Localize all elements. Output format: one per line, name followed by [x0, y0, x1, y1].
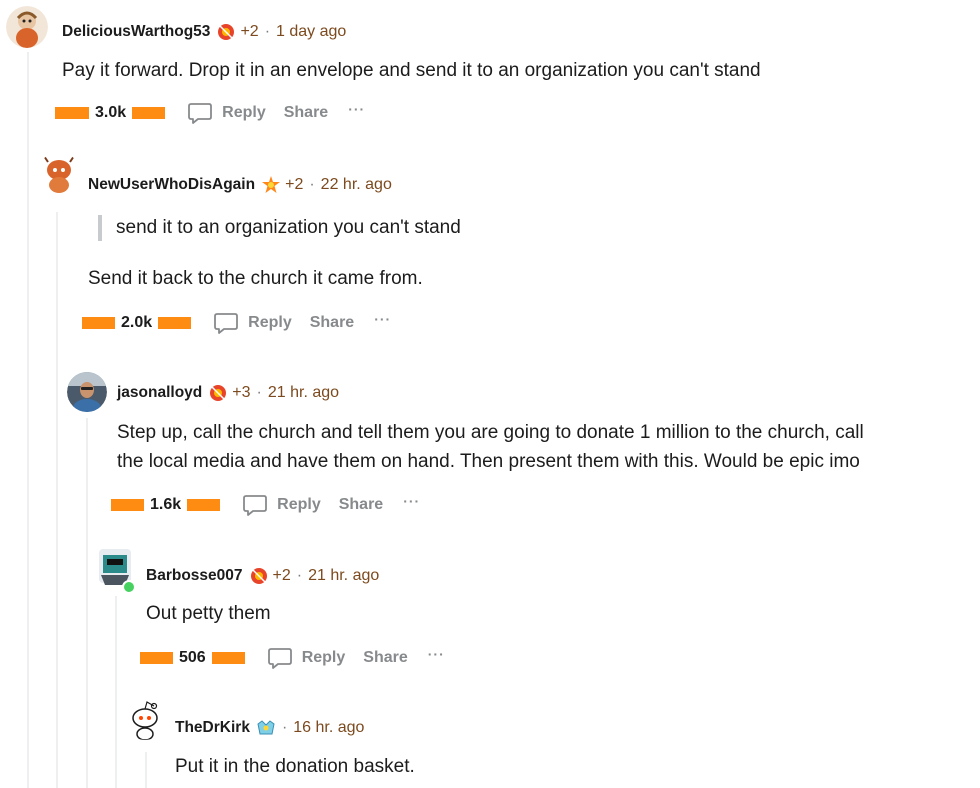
vote-count: 506 [179, 649, 206, 666]
award-count: +2 [272, 567, 291, 584]
reply-label: Reply [248, 314, 292, 331]
username[interactable]: jasonalloyd [117, 384, 202, 402]
vote-control: 1.6k [111, 496, 221, 514]
vote-control: 2.0k [82, 314, 192, 332]
comment-actions: 3.0k Reply Share ··· [55, 100, 365, 126]
comment-bubble-icon [267, 648, 292, 669]
reply-button[interactable]: Reply [187, 100, 266, 126]
share-label: Share [338, 496, 384, 513]
thread-line[interactable] [56, 212, 58, 788]
vote-count: 3.0k [95, 104, 127, 121]
award-icon[interactable] [216, 22, 236, 42]
upvote-icon[interactable] [111, 499, 144, 511]
comment-body: Send it back to the church it came from. [88, 268, 423, 289]
timestamp[interactable]: 16 hr. ago [293, 719, 364, 737]
comment-meta: Barbosse007 +2 · 21 hr. ago [146, 566, 379, 586]
comment-actions: 2.0k Reply Share ··· [82, 310, 391, 336]
award-icon[interactable] [261, 175, 281, 195]
more-options-icon[interactable]: ··· [348, 101, 365, 117]
separator: · [264, 23, 271, 40]
share-label: Share [363, 649, 408, 666]
award-icon[interactable] [249, 566, 269, 586]
avatar[interactable] [67, 372, 107, 412]
reply-button[interactable]: Reply [213, 310, 292, 336]
thread-line[interactable] [145, 752, 147, 788]
username[interactable]: DeliciousWarthog53 [62, 23, 210, 41]
reply-label: Reply [301, 649, 346, 666]
award-icon[interactable] [208, 383, 228, 403]
comment-body: Put it in the donation basket. [175, 756, 415, 777]
upvote-icon[interactable] [140, 652, 173, 664]
reply-label: Reply [277, 496, 321, 513]
comment-bubble-icon [188, 103, 213, 124]
award-count: +2 [285, 176, 304, 193]
avatar[interactable] [6, 6, 48, 48]
comment-meta: NewUserWhoDisAgain +2 · 22 hr. ago [88, 175, 392, 195]
comment-meta: jasonalloyd +3 · 21 hr. ago [117, 383, 339, 403]
vote-count: 1.6k [150, 496, 182, 513]
more-options-icon[interactable]: ··· [403, 493, 420, 509]
share-button[interactable]: Share [363, 649, 407, 667]
share-label: Share [283, 104, 329, 121]
separator: · [256, 384, 262, 401]
downvote-icon[interactable] [132, 107, 166, 119]
share-label: Share [309, 314, 355, 331]
avatar[interactable] [124, 698, 166, 740]
upvote-icon[interactable] [82, 317, 115, 329]
award-count: +3 [232, 384, 251, 401]
username[interactable]: Barbosse007 [146, 567, 243, 585]
username[interactable]: TheDrKirk [175, 719, 250, 737]
comment-meta: TheDrKirk · 16 hr. ago [175, 718, 364, 738]
timestamp[interactable]: 21 hr. ago [268, 384, 339, 402]
comment-body: Pay it forward. Drop it in an envelope a… [62, 60, 761, 81]
thread-line[interactable] [27, 52, 29, 788]
separator: · [281, 719, 288, 736]
comment-actions: 1.6k Reply Share ··· [111, 492, 420, 518]
timestamp[interactable]: 1 day ago [276, 23, 346, 41]
separator: · [296, 567, 303, 584]
timestamp[interactable]: 21 hr. ago [308, 567, 379, 585]
more-options-icon[interactable]: ··· [428, 646, 445, 662]
downvote-icon[interactable] [211, 652, 245, 664]
comment-meta: DeliciousWarthog53 +2 · 1 day ago [62, 22, 346, 42]
comment-body: Out petty them [146, 603, 271, 624]
share-button[interactable]: Share [310, 314, 354, 332]
reply-button[interactable]: Reply [242, 492, 321, 518]
avatar[interactable] [38, 152, 80, 194]
comment-actions: 506 Reply Share ··· [140, 645, 445, 671]
reply-button[interactable]: Reply [267, 645, 346, 671]
award-icon[interactable] [256, 718, 276, 738]
share-button[interactable]: Share [339, 496, 383, 514]
blockquote: send it to an organization you can't sta… [98, 215, 461, 241]
upvote-icon[interactable] [55, 107, 89, 119]
comment-body: Step up, call the church and tell them y… [117, 418, 864, 476]
comment-bubble-icon [243, 495, 268, 516]
vote-count: 2.0k [121, 314, 153, 331]
timestamp[interactable]: 22 hr. ago [321, 176, 392, 194]
comment-body-line: Step up, call the church and tell them y… [117, 422, 864, 443]
thread-line[interactable] [115, 596, 117, 788]
award-count: +2 [240, 23, 259, 40]
thread-line[interactable] [86, 418, 88, 788]
comment-bubble-icon [214, 313, 239, 334]
downvote-icon[interactable] [187, 499, 221, 511]
avatar[interactable] [95, 545, 137, 593]
downvote-icon[interactable] [158, 317, 192, 329]
share-button[interactable]: Share [284, 104, 328, 122]
more-options-icon[interactable]: ··· [374, 311, 391, 327]
vote-control: 3.0k [55, 104, 166, 122]
username[interactable]: NewUserWhoDisAgain [88, 176, 255, 194]
reply-label: Reply [222, 104, 266, 121]
vote-control: 506 [140, 649, 245, 667]
separator: · [309, 176, 315, 193]
comment-body-line: the local media and have them on hand. T… [117, 451, 860, 472]
